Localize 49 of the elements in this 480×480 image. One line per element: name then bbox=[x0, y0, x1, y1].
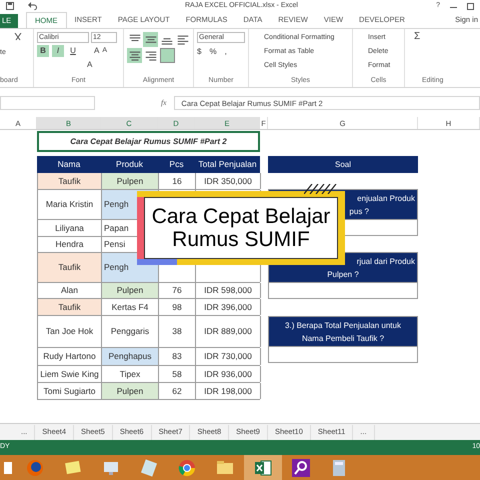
table-cell: Liem Swie King bbox=[38, 366, 102, 382]
table-cell: Kertas F4 bbox=[102, 299, 159, 315]
table-cell: IDR 598,000 bbox=[196, 283, 261, 298]
table-cell: IDR 350,000 bbox=[196, 173, 261, 189]
table-cell: 58 bbox=[159, 366, 196, 382]
table-cell: IDR 396,000 bbox=[196, 299, 261, 315]
autosum-button[interactable]: Σ bbox=[414, 32, 477, 42]
table-cell: Taufik bbox=[38, 253, 102, 282]
grow-font-button[interactable]: A bbox=[94, 45, 100, 57]
table-cell: Hendra bbox=[38, 237, 102, 252]
comma-button[interactable]: , bbox=[224, 46, 227, 58]
table-cell: Tipex bbox=[102, 366, 159, 382]
percent-button[interactable]: % bbox=[209, 46, 217, 58]
question-text: pus ? bbox=[349, 206, 369, 218]
table-cell: 62 bbox=[159, 383, 196, 399]
question-text: 3.) Berapa Total Penjualan untuk bbox=[285, 320, 401, 332]
question-header: Soal bbox=[268, 156, 418, 173]
currency-button[interactable]: $ bbox=[197, 46, 202, 58]
table-cell: 16 bbox=[159, 173, 196, 189]
question-text: Nama Pembeli Taufik ? bbox=[302, 332, 384, 344]
font-style-button[interactable]: I bbox=[52, 45, 64, 57]
table-cell: 98 bbox=[159, 299, 196, 315]
question-text: enjualan Produk bbox=[357, 192, 416, 204]
table-cell: Pulpen bbox=[102, 383, 159, 399]
font-style-button[interactable]: B bbox=[37, 45, 49, 57]
question-text: rjual dari Produk bbox=[356, 256, 416, 268]
table-cell: IDR 936,000 bbox=[196, 366, 261, 382]
question-text: Pulpen ? bbox=[327, 268, 359, 280]
table-cell: 83 bbox=[159, 348, 196, 365]
table-cell: Taufik bbox=[38, 173, 102, 189]
table-cell: 38 bbox=[159, 316, 196, 347]
column-heading: Produk bbox=[115, 158, 144, 171]
table-cell: IDR 889,000 bbox=[196, 316, 261, 347]
table-cell: Liliyana bbox=[38, 220, 102, 236]
column-heading: Pcs bbox=[168, 158, 185, 171]
column-heading: Nama bbox=[56, 158, 82, 171]
table-cell: Pulpen bbox=[102, 173, 159, 189]
font-color-button[interactable]: A bbox=[87, 59, 92, 71]
column-heading: Total Penjualan bbox=[197, 158, 258, 171]
table-cell: IDR 730,000 bbox=[196, 348, 261, 365]
table-cell: Taufik bbox=[38, 299, 102, 315]
table-cell: Penghapus bbox=[102, 348, 159, 365]
title-cell[interactable]: Cara Cepat Belajar Rumus SUMIF #Part 2 bbox=[37, 131, 260, 152]
table-cell: Penggaris bbox=[102, 316, 159, 347]
table-cell: Pulpen bbox=[102, 283, 159, 298]
table-cell: IDR 198,000 bbox=[196, 383, 261, 399]
font-style-button[interactable]: U bbox=[67, 45, 79, 57]
table-cell: Tan Joe Hok bbox=[38, 316, 102, 347]
table-cell: 76 bbox=[159, 283, 196, 298]
